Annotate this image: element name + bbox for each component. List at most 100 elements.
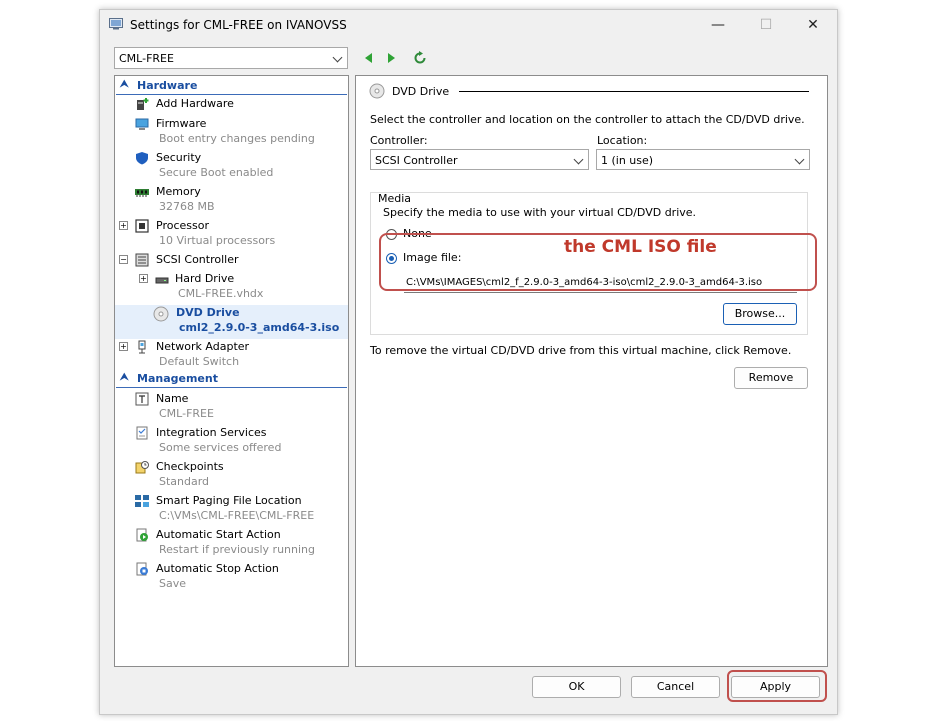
tree-item-sub: cml2_2.9.0-3_amd64-3.iso [179,321,340,334]
checkpoints-icon [135,461,149,474]
processor-icon [135,219,149,233]
back-arrow-icon[interactable] [362,51,376,65]
refresh-icon[interactable] [413,51,427,65]
tree-item-label: DVD Drive [176,306,240,319]
panel-title: DVD Drive [392,85,450,98]
tree-item-scsi-controller[interactable]: − SCSI Controller [115,252,348,269]
hard-drive-icon [155,277,169,284]
expand-icon[interactable]: + [139,274,148,283]
tree-item-sub: CML-FREE [159,407,214,420]
tree-item-integration-services[interactable]: Integration Services Some services offer… [115,425,348,459]
integration-services-icon [136,426,148,440]
forward-arrow-icon[interactable] [384,51,398,65]
tree-item-label: Processor [156,219,209,232]
hardware-header-label: Hardware [137,79,198,92]
tree-item-sub: 32768 MB [159,200,215,213]
remove-button[interactable]: Remove [734,367,808,389]
scsi-controller-icon [135,253,149,267]
tree-item-label: Security [156,151,202,164]
chevron-down-icon [794,154,805,165]
tree-item-sub: CML-FREE.vhdx [178,287,264,300]
management-section-header[interactable]: ⮝ Management [116,371,347,388]
panel-title-divider [459,91,809,92]
remove-description: To remove the virtual CD/DVD drive from … [370,344,792,357]
tree-item-sub: Restart if previously running [159,543,315,556]
location-select-value: 1 (in use) [601,154,654,167]
panel-description: Select the controller and location on th… [370,113,805,126]
collapse-icon[interactable]: − [119,255,128,264]
settings-tree: ⮝ Hardware Add Hardware Firmware Boot en… [114,75,349,667]
apply-annotation-ring [727,670,827,702]
controller-select[interactable]: SCSI Controller [370,149,589,170]
tree-item-checkpoints[interactable]: Checkpoints Standard [115,459,348,493]
automatic-start-icon [136,528,148,542]
tree-item-processor[interactable]: + Processor 10 Virtual processors [115,218,348,252]
tree-item-name[interactable]: Name CML-FREE [115,391,348,425]
controller-label: Controller: [370,134,428,147]
tree-item-sub: C:\VMs\CML-FREE\CML-FREE [159,509,315,522]
tree-item-label: Add Hardware [156,97,234,110]
media-group-label: Media [378,192,412,205]
tree-item-sub: Boot entry changes pending [159,132,315,145]
tree-item-hard-drive[interactable]: + Hard Drive CML-FREE.vhdx [115,271,348,305]
maximize-icon[interactable]: ☐ [751,14,781,36]
tree-item-network-adapter[interactable]: + Network Adapter Default Switch [115,339,348,373]
tree-item-smart-paging[interactable]: Smart Paging File Location C:\VMs\CML-FR… [115,493,348,527]
tree-item-automatic-stop[interactable]: Automatic Stop Action Save [115,561,348,595]
vm-selector[interactable]: CML-FREE [114,47,348,69]
media-description: Specify the media to use with your virtu… [383,206,697,219]
minimize-icon[interactable]: — [703,14,733,36]
tree-item-label: Smart Paging File Location [156,494,302,507]
network-adapter-icon [138,340,146,354]
firmware-icon [135,118,149,130]
tree-item-automatic-start[interactable]: Automatic Start Action Restart if previo… [115,527,348,561]
tree-item-firmware[interactable]: Firmware Boot entry changes pending [115,116,348,150]
vm-selector-value: CML-FREE [119,52,174,65]
tree-item-label: Automatic Stop Action [156,562,279,575]
tree-item-sub: Secure Boot enabled [159,166,274,179]
tree-item-label: Firmware [156,117,207,130]
tree-item-add-hardware[interactable]: Add Hardware [115,96,348,113]
tree-item-sub: Default Switch [159,355,240,368]
name-icon [135,392,149,406]
tree-item-label: Network Adapter [156,340,250,353]
tree-item-sub: Save [159,577,187,590]
tree-item-label: Hard Drive [175,272,235,285]
tree-item-security[interactable]: Security Secure Boot enabled [115,150,348,184]
browse-button[interactable]: Browse... [723,303,797,325]
dvd-drive-icon [153,306,169,322]
settings-window: Settings for CML-FREE on IVANOVSS — ☐ ✕ … [99,9,838,715]
tree-item-label: Memory [156,185,201,198]
shield-icon [136,152,148,165]
collapse-icon: ⮝ [120,372,129,383]
tree-item-label: Automatic Start Action [156,528,281,541]
smart-paging-icon [135,495,149,507]
tree-item-sub: 10 Virtual processors [159,234,276,247]
expand-icon[interactable]: + [119,342,128,351]
tree-item-dvd-drive[interactable]: DVD Drive cml2_2.9.0-3_amd64-3.iso [115,305,348,339]
automatic-stop-icon [136,562,148,576]
chevron-down-icon [332,52,343,63]
tree-item-sub: Some services offered [159,441,282,454]
hardware-section-header[interactable]: ⮝ Hardware [116,78,347,95]
expand-icon[interactable]: + [119,221,128,230]
cancel-button[interactable]: Cancel [631,676,720,698]
title-bar: Settings for CML-FREE on IVANOVSS — ☐ ✕ [100,10,837,40]
dvd-drive-icon [369,83,385,99]
location-label: Location: [597,134,648,147]
settings-app-icon [109,18,123,30]
controller-select-value: SCSI Controller [375,154,458,167]
dvd-drive-settings-panel: DVD Drive Select the controller and loca… [355,75,828,667]
tree-item-label: Checkpoints [156,460,224,473]
management-header-label: Management [137,372,218,385]
tree-item-label: Integration Services [156,426,267,439]
tree-item-label: SCSI Controller [156,253,239,266]
collapse-icon: ⮝ [120,79,129,90]
memory-icon [135,189,149,197]
close-icon[interactable]: ✕ [798,14,828,36]
chevron-down-icon [573,154,584,165]
tree-item-memory[interactable]: Memory 32768 MB [115,184,348,218]
location-select[interactable]: 1 (in use) [596,149,810,170]
add-hardware-icon [137,98,149,110]
ok-button[interactable]: OK [532,676,621,698]
